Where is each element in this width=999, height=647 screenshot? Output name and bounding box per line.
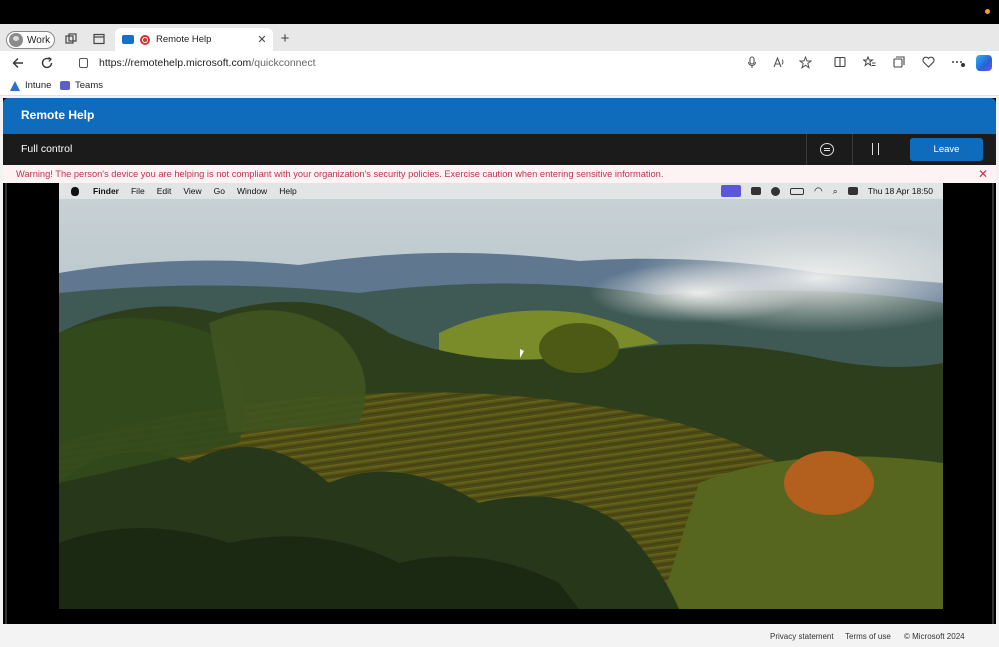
new-tab-icon[interactable]: + [278,31,292,46]
remote-screen-viewport[interactable]: Finder File Edit View Go Window Help ◠ ⌕ [5,183,994,624]
dismiss-warning-icon[interactable]: ✕ [978,165,988,183]
leave-button[interactable]: Leave [910,138,983,161]
spotlight-search-icon[interactable]: ⌕ [833,186,838,197]
favorite-teams[interactable]: Teams [60,80,103,91]
session-control-bar: Full control Leave [3,134,996,165]
menu-go[interactable]: Go [208,186,231,196]
page-footer: Privacy statement Terms of use © Microso… [3,624,996,644]
copyright-text: © Microsoft 2024 [904,632,965,641]
mac-menu-bar: Finder File Edit View Go Window Help ◠ ⌕ [59,183,943,199]
favorites-bar: Intune Teams [0,76,999,96]
favorite-intune-label: Intune [25,80,52,91]
read-aloud-icon[interactable] [772,56,786,73]
menu-window[interactable]: Window [231,186,273,196]
back-icon[interactable] [10,56,26,73]
app-header: Remote Help [3,98,996,134]
battery-icon[interactable] [790,187,804,195]
divider [852,134,853,165]
chat-icon[interactable] [820,143,834,156]
menu-status-area: ◠ ⌕ Thu 18 Apr 18:50 [711,183,933,199]
tab-remote-help[interactable]: Remote Help ✕ [115,28,273,51]
tab-strip: Work Remote Help ✕ + [0,24,999,51]
desktop-wallpaper [59,183,943,609]
close-tab-icon[interactable]: ✕ [255,33,269,46]
os-top-bar [0,0,999,24]
address-row: https://remotehelp.microsoft.com/quickco… [0,51,999,76]
profile-button[interactable]: Work [6,31,55,49]
remote-help-page: Remote Help Full control Leave Warning! … [3,98,996,644]
favorite-teams-label: Teams [75,80,103,91]
more-menu-icon[interactable] [951,56,965,73]
site-info-icon[interactable] [79,58,88,68]
refresh-icon[interactable] [39,56,55,73]
menu-view[interactable]: View [177,186,207,196]
menu-help[interactable]: Help [273,186,302,196]
favorite-star-icon[interactable] [798,55,812,74]
wifi-icon[interactable]: ◠ [814,186,823,197]
tab-actions-icon[interactable] [92,33,106,47]
menu-clock[interactable]: Thu 18 Apr 18:50 [868,186,933,196]
tab-favicon-icon [122,35,134,44]
split-screen-icon[interactable] [833,56,847,73]
remote-desktop[interactable]: Finder File Edit View Go Window Help ◠ ⌕ [59,183,943,609]
browser-window: Work Remote Help ✕ + https://remotehelp.… [0,24,999,647]
pause-icon[interactable] [872,143,879,155]
avatar-icon [9,33,23,47]
terms-of-use-link[interactable]: Terms of use [845,632,891,641]
divider [806,134,807,165]
warning-text: Warning! The person's device you are hel… [16,169,664,179]
profile-label: Work [27,34,51,46]
browser-essentials-icon[interactable] [921,56,935,73]
app-title: Remote Help [21,108,95,122]
favorite-intune[interactable]: Intune [10,80,51,91]
play-icon[interactable] [771,186,780,196]
intune-icon [10,80,20,91]
control-center-icon[interactable] [847,187,858,195]
control-mode-label: Full control [21,143,73,155]
menu-file[interactable]: File [125,186,151,196]
remote-help-status-icon[interactable] [751,187,761,195]
menu-edit[interactable]: Edit [151,186,178,196]
teams-icon [60,81,70,90]
workspaces-icon[interactable] [64,33,78,47]
apple-logo-icon[interactable] [71,186,79,196]
tab-title: Remote Help [156,34,212,45]
url-origin: https://remotehelp.microsoft.com [99,57,252,69]
address-bar[interactable]: https://remotehelp.microsoft.com/quickco… [99,57,316,69]
collections-icon[interactable] [892,56,906,73]
favorites-icon[interactable] [861,55,876,73]
recording-indicator-icon [985,9,990,14]
menu-app-name[interactable]: Finder [87,186,125,196]
url-path: /quickconnect [251,57,316,69]
compliance-warning-banner: Warning! The person's device you are hel… [3,165,996,183]
microphone-icon[interactable] [745,56,759,74]
mouse-cursor-icon [520,349,524,358]
recording-icon [140,34,150,45]
screen-sharing-icon[interactable] [721,185,741,197]
copilot-icon[interactable] [976,55,992,71]
privacy-statement-link[interactable]: Privacy statement [770,632,834,641]
